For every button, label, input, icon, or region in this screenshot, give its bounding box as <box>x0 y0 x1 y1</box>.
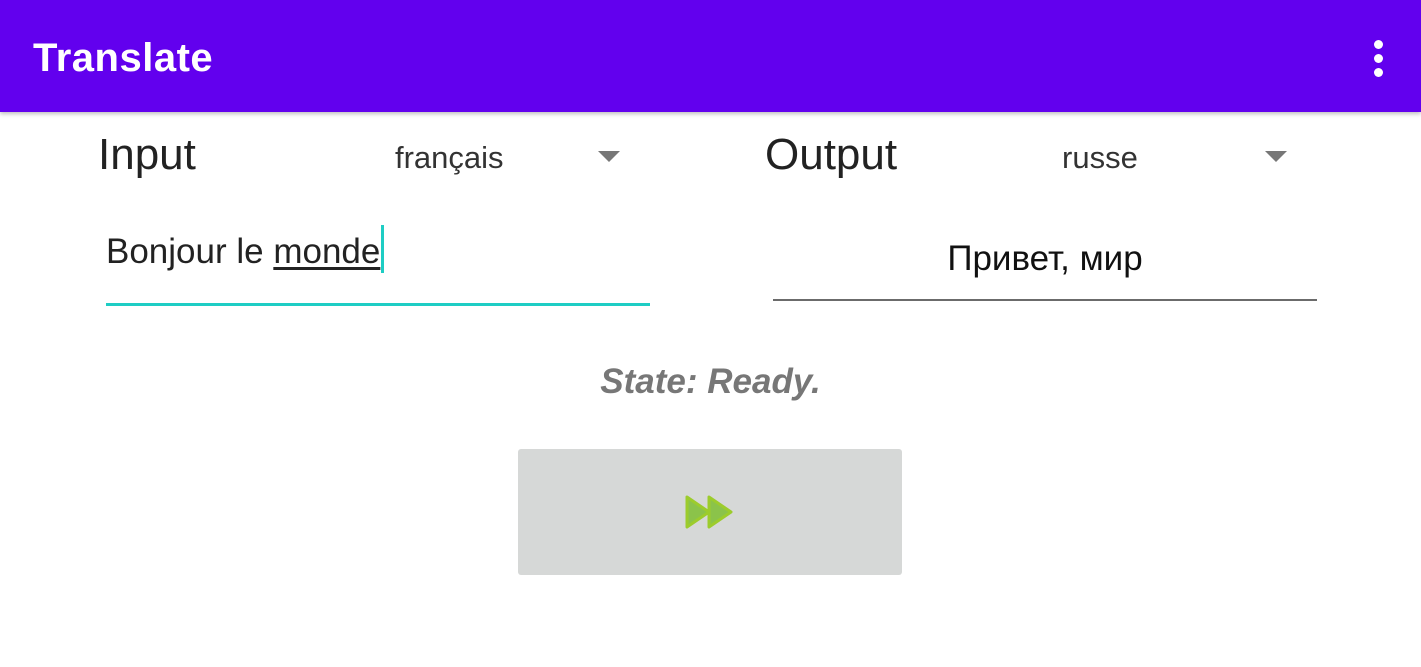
input-text-field[interactable]: Bonjour le monde <box>106 215 650 306</box>
translate-button[interactable] <box>518 449 902 575</box>
input-language-spinner[interactable]: français <box>395 136 625 180</box>
input-text-value: Bonjour le monde <box>106 225 385 273</box>
output-text-value: Привет, мир <box>947 239 1143 278</box>
input-text-composing: monde <box>273 232 381 271</box>
more-vert-icon-dot <box>1374 54 1383 63</box>
dropdown-arrow-icon <box>598 151 620 162</box>
more-vert-icon[interactable] <box>1358 36 1400 80</box>
state-text: State: Ready. <box>600 362 821 401</box>
dropdown-arrow-icon <box>1265 151 1287 162</box>
input-label: Input <box>98 130 196 179</box>
input-language-value: français <box>395 140 504 175</box>
output-language-spinner[interactable]: russe <box>1062 136 1292 180</box>
output-text-field[interactable]: Привет, мир <box>773 215 1317 301</box>
more-vert-icon-dot <box>1374 68 1383 77</box>
output-language-value: russe <box>1062 140 1138 175</box>
app-title: Translate <box>33 36 214 80</box>
output-label: Output <box>765 130 898 179</box>
more-vert-icon-dot <box>1374 40 1383 49</box>
text-cursor <box>381 225 385 273</box>
input-text-plain: Bonjour le <box>106 232 274 271</box>
fast-forward-icon <box>685 495 733 529</box>
app-bar: Translate <box>0 0 1421 112</box>
translate-screen: Translate Input français Output russe Bo… <box>0 0 1421 667</box>
